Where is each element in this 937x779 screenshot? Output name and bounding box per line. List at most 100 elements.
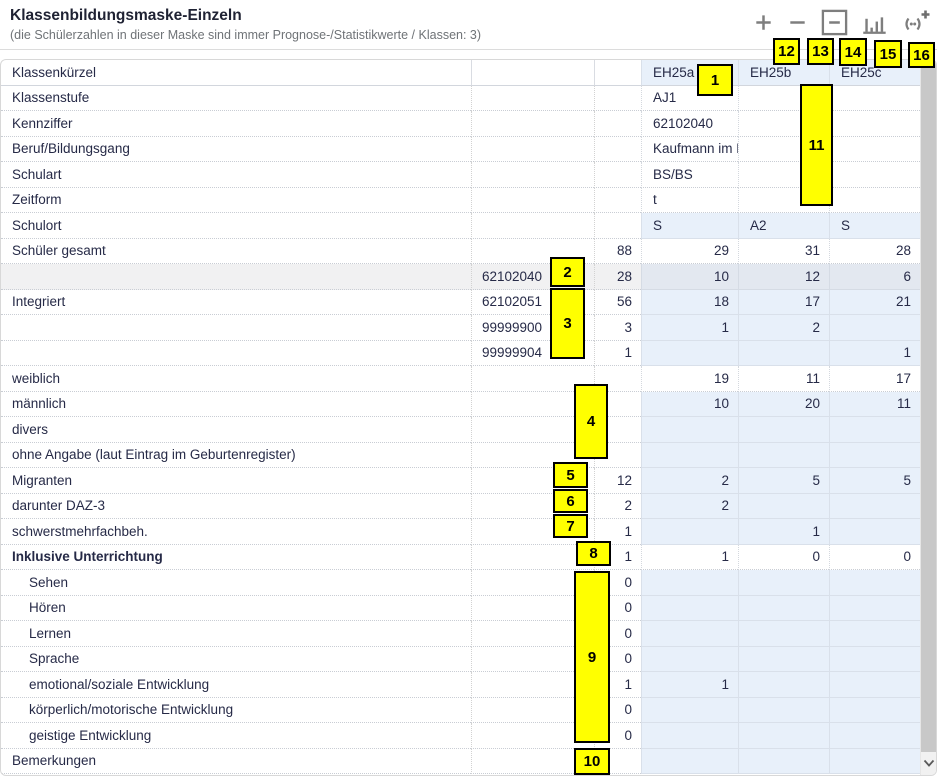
class-cell[interactable]: 5 <box>829 468 920 494</box>
code-cell[interactable] <box>471 60 594 86</box>
class-cell[interactable] <box>829 570 920 596</box>
class-cell[interactable] <box>738 442 829 468</box>
class-cell[interactable]: 1 <box>641 672 738 698</box>
class-cell[interactable]: A2 <box>738 213 829 239</box>
class-cell[interactable] <box>829 85 920 111</box>
add-group-button[interactable] <box>897 7 933 42</box>
class-cell[interactable]: 18 <box>641 289 738 315</box>
total-cell[interactable]: 12 <box>594 468 641 494</box>
class-cell[interactable]: Kaufmann im Einzelhandel <box>641 136 738 162</box>
class-cell[interactable]: AJ1 <box>641 85 738 111</box>
total-cell[interactable]: 0 <box>594 723 641 749</box>
code-cell[interactable] <box>471 519 594 545</box>
code-cell[interactable] <box>471 238 594 264</box>
class-cell[interactable] <box>829 748 920 774</box>
class-cell[interactable]: 5 <box>738 468 829 494</box>
total-cell[interactable]: 56 <box>594 289 641 315</box>
class-cell[interactable]: 2 <box>641 493 738 519</box>
class-cell[interactable]: EH25c <box>829 60 920 86</box>
class-cell[interactable] <box>738 646 829 672</box>
class-cell[interactable] <box>738 621 829 647</box>
class-cell[interactable] <box>641 519 738 545</box>
code-cell[interactable] <box>471 595 594 621</box>
class-cell[interactable] <box>829 417 920 443</box>
class-cell[interactable]: BS/BS <box>641 162 738 188</box>
code-cell[interactable] <box>471 85 594 111</box>
code-cell[interactable] <box>471 672 594 698</box>
code-cell[interactable] <box>471 621 594 647</box>
code-cell[interactable] <box>471 366 594 392</box>
total-cell[interactable] <box>594 366 641 392</box>
class-cell[interactable] <box>738 417 829 443</box>
class-cell[interactable]: 1 <box>641 315 738 341</box>
total-cell[interactable]: 28 <box>594 264 641 290</box>
class-cell[interactable]: 20 <box>738 391 829 417</box>
code-cell[interactable] <box>471 570 594 596</box>
class-cell[interactable]: 12 <box>738 264 829 290</box>
vertical-scrollbar[interactable] <box>920 60 936 775</box>
class-cell[interactable]: 10 <box>641 264 738 290</box>
total-cell[interactable] <box>594 442 641 468</box>
class-cell[interactable]: EH25a <box>641 60 738 86</box>
add-button[interactable] <box>750 9 777 39</box>
total-cell[interactable] <box>594 60 641 86</box>
class-cell[interactable] <box>641 748 738 774</box>
class-cell[interactable]: 29 <box>641 238 738 264</box>
class-cell[interactable] <box>829 646 920 672</box>
class-cell[interactable] <box>738 187 829 213</box>
total-cell[interactable]: 88 <box>594 238 641 264</box>
class-cell[interactable] <box>829 493 920 519</box>
code-cell[interactable] <box>471 162 594 188</box>
class-cell[interactable]: S <box>641 213 738 239</box>
code-cell[interactable] <box>471 111 594 137</box>
total-cell[interactable] <box>594 417 641 443</box>
code-cell[interactable]: 99999900 <box>471 315 594 341</box>
class-cell[interactable] <box>738 493 829 519</box>
collapse-button[interactable] <box>818 6 851 42</box>
code-cell[interactable] <box>471 723 594 749</box>
class-cell[interactable] <box>829 315 920 341</box>
class-cell[interactable] <box>641 417 738 443</box>
class-cell[interactable] <box>738 595 829 621</box>
class-cell[interactable] <box>641 697 738 723</box>
statistics-button[interactable] <box>858 7 890 41</box>
class-cell[interactable] <box>641 621 738 647</box>
class-cell[interactable]: 1 <box>641 544 738 570</box>
class-cell[interactable] <box>829 136 920 162</box>
code-cell[interactable] <box>471 493 594 519</box>
class-cell[interactable] <box>738 85 829 111</box>
class-cell[interactable] <box>641 646 738 672</box>
class-cell[interactable] <box>829 111 920 137</box>
code-cell[interactable] <box>471 213 594 239</box>
class-cell[interactable] <box>738 723 829 749</box>
class-cell[interactable]: 0 <box>829 544 920 570</box>
class-cell[interactable]: 28 <box>829 238 920 264</box>
total-cell[interactable]: 0 <box>594 697 641 723</box>
class-cell[interactable]: t <box>641 187 738 213</box>
class-cell[interactable] <box>829 442 920 468</box>
code-cell[interactable]: 62102051 <box>471 289 594 315</box>
class-cell[interactable]: 17 <box>829 366 920 392</box>
total-cell[interactable]: 2 <box>594 493 641 519</box>
code-cell[interactable] <box>471 417 594 443</box>
total-cell[interactable] <box>594 213 641 239</box>
class-cell[interactable] <box>829 621 920 647</box>
total-cell[interactable]: 1 <box>594 340 641 366</box>
total-cell[interactable] <box>594 162 641 188</box>
total-cell[interactable]: 1 <box>594 544 641 570</box>
class-cell[interactable] <box>829 187 920 213</box>
class-cell[interactable] <box>738 111 829 137</box>
class-cell[interactable] <box>641 442 738 468</box>
code-cell[interactable]: 99999904 <box>471 340 594 366</box>
total-cell[interactable] <box>594 391 641 417</box>
code-cell[interactable] <box>471 544 594 570</box>
code-cell[interactable] <box>471 187 594 213</box>
class-cell[interactable]: 19 <box>641 366 738 392</box>
code-cell[interactable] <box>471 697 594 723</box>
scrollbar-thumb[interactable] <box>921 60 936 752</box>
class-cell[interactable]: 1 <box>829 340 920 366</box>
class-cell[interactable] <box>829 519 920 545</box>
class-cell[interactable]: S <box>829 213 920 239</box>
class-cell[interactable]: 2 <box>641 468 738 494</box>
total-cell[interactable]: 0 <box>594 595 641 621</box>
